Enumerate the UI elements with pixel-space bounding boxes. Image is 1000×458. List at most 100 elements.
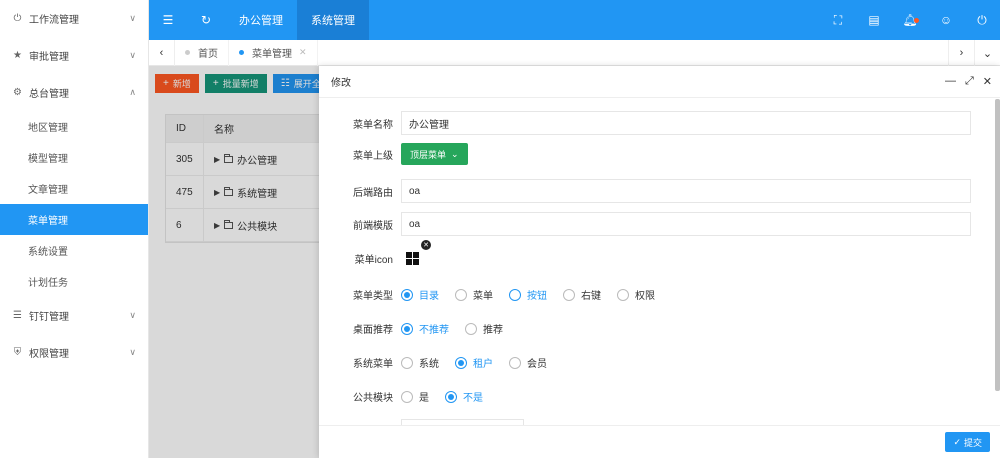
sidebar: ⏻ 工作流管理 ∨ ★ 审批管理 ∨ ⚙ 总台管理 ∧ 地区管理 模型管理 文章… [0,0,149,458]
chevron-down-icon: ∨ [129,310,136,320]
sidebar-item-permission[interactable]: ⛨ 权限管理 ∨ [0,334,148,371]
sidebar-item-label: 权限管理 [29,349,69,360]
radio-type-directory[interactable]: 目录 [401,287,439,302]
sidebar-item-article[interactable]: 文章管理 [0,173,148,204]
field-label: 前端模版 [353,220,393,232]
button-label: 提交 [963,437,982,448]
modal-scrollbar[interactable] [995,99,1000,391]
radio-circle [445,390,457,403]
radio-public-no[interactable]: 不是 [445,389,483,404]
radio-circle [509,356,521,369]
chevron-down-icon: ⌄ [451,148,459,159]
frontend-template-input[interactable]: oa [401,212,971,236]
gear-icon: ⚙ [13,87,22,98]
radio-label: 不推荐 [419,325,449,336]
top-header: ☰ ↻ 办公管理 系统管理 ⛶ ▤ 🔔︎ ☺ ⏻ [149,0,1000,40]
field-row-backend: 后端路由 oa [319,179,993,203]
radio-label: 租户 [473,359,493,370]
sidebar-item-tasks[interactable]: 计划任务 [0,266,148,297]
sidebar-item-console[interactable]: ⚙ 总台管理 ∧ [0,74,148,111]
radio-type-rightclick[interactable]: 右键 [563,287,601,302]
sidebar-item-approval[interactable]: ★ 审批管理 ∨ [0,37,148,74]
sidebar-item-region[interactable]: 地区管理 [0,111,148,142]
tab-bar: ‹ 首页 菜单管理 ✕ › ⌄ [149,39,1000,66]
field-row-parent: 菜单上级 顶层菜单 ⌄ [319,143,993,165]
sidebar-item-label: 钉钉管理 [29,312,69,323]
radio-circle [617,288,629,301]
user-icon[interactable]: ☺ [928,0,964,40]
radio-type-button[interactable]: 按钮 [509,287,547,302]
field-row-public: 公共模块 是 不是 [319,389,993,404]
sidebar-item-menu[interactable]: 菜单管理 [0,204,148,235]
menu-toggle-icon[interactable]: ☰ [149,0,187,40]
submit-button[interactable]: ✓ 提交 [945,432,990,452]
nav-office[interactable]: 办公管理 [225,0,297,40]
radio-type-menu[interactable]: 菜单 [455,287,493,302]
field-label: 系统菜单 [353,359,393,370]
radio-desktop-recommend[interactable]: 推荐 [465,321,503,336]
radio-public-yes[interactable]: 是 [401,389,429,404]
logout-icon[interactable]: ⏻ [964,0,1000,40]
sidebar-item-label: 总台管理 [29,89,69,100]
sidebar-item-label: 文章管理 [28,185,68,196]
field-label: 菜单类型 [353,291,393,302]
maximize-icon[interactable]: ⤢ [965,75,974,88]
sidebar-item-label: 审批管理 [29,52,69,63]
radio-desktop-not-recommend[interactable]: 不推荐 [401,321,449,336]
field-label: 桌面推荐 [353,325,393,336]
field-row-name: 菜单名称 办公管理 [319,111,993,135]
sidebar-item-dingtalk[interactable]: ☰ 钉钉管理 ∨ [0,297,148,334]
radio-system-member[interactable]: 会员 [509,355,547,370]
minimize-icon[interactable]: — [945,75,956,88]
sidebar-item-label: 菜单管理 [28,216,68,227]
close-icon[interactable]: ✕ [299,47,307,58]
bell-icon[interactable]: 🔔︎ [892,0,928,40]
radio-circle [401,322,413,335]
field-row-frontend: 前端模版 oa [319,212,993,236]
radio-circle [509,288,521,301]
field-label: 菜单icon [354,254,393,266]
backend-route-input[interactable]: oa [401,179,971,203]
sidebar-item-label: 工作流管理 [29,15,79,26]
parent-menu-select[interactable]: 顶层菜单 ⌄ [401,143,468,165]
sidebar-item-label: 地区管理 [28,123,68,134]
menu-name-input[interactable]: 办公管理 [401,111,971,135]
radio-label: 系统 [419,359,439,370]
field-row-system: 系统菜单 系统 租户 会员 [319,355,993,370]
radio-circle [401,356,413,369]
radio-system-system[interactable]: 系统 [401,355,439,370]
tab-menu-management[interactable]: 菜单管理 ✕ [229,39,318,66]
radio-circle [401,390,413,403]
windows-icon[interactable]: ✕ [401,240,431,269]
field-label: 菜单名称 [353,119,393,131]
radio-label: 会员 [527,359,547,370]
sidebar-item-settings[interactable]: 系统设置 [0,235,148,266]
radio-type-permission[interactable]: 权限 [617,287,655,302]
refresh-icon[interactable]: ↻ [187,0,225,40]
chevron-down-icon: ∨ [129,50,136,60]
power-icon: ⏻ [13,13,22,24]
notification-dot [914,18,919,23]
shield-icon: ⛨ [13,347,22,358]
modal-footer: ✓ 提交 [319,425,1000,458]
radio-circle [465,322,477,335]
radio-label: 不是 [463,393,483,404]
nav-system[interactable]: 系统管理 [297,0,369,40]
tab-label: 菜单管理 [252,49,292,60]
sidebar-item-model[interactable]: 模型管理 [0,142,148,173]
fullscreen-icon[interactable]: ⛶ [820,0,856,40]
radio-label: 权限 [635,291,655,302]
sidebar-item-label: 计划任务 [28,278,68,289]
radio-label: 是 [419,393,429,404]
star-icon: ★ [13,50,22,61]
chevron-down-icon: ∨ [129,347,136,357]
chevron-down-icon[interactable]: ⌄ [974,40,1000,66]
sidebar-item-workflow[interactable]: ⏻ 工作流管理 ∨ [0,0,148,37]
remove-icon[interactable]: ✕ [421,240,431,250]
tab-home[interactable]: 首页 [175,39,229,66]
radio-system-tenant[interactable]: 租户 [455,355,493,370]
tab-scroll-right-icon[interactable]: › [948,40,974,66]
close-icon[interactable]: ✕ [983,75,992,88]
theme-icon[interactable]: ▤ [856,0,892,40]
tab-scroll-left-icon[interactable]: ‹ [149,39,175,66]
